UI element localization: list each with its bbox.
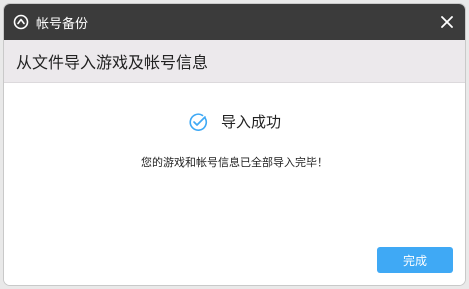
section-title: 从文件导入游戏及帐号信息 [16,53,209,72]
status-text: 导入成功 [220,113,281,131]
close-icon[interactable] [439,14,455,30]
done-button[interactable]: 完成 [377,247,453,273]
status-message: 您的游戏和帐号信息已全部导入完毕！ [141,156,328,169]
status-row: 导入成功 [4,111,465,132]
check-circle-icon [188,112,208,132]
refresh-logo-icon [13,14,29,30]
section-header: 从文件导入游戏及帐号信息 [4,40,465,83]
dialog-content: 导入成功 您的游戏和帐号信息已全部导入完毕！ 完成 [4,83,465,285]
dialog-window: 帐号备份 从文件导入游戏及帐号信息 导入成功 您的游戏和帐号信息已全部导入完毕！… [4,4,465,285]
window-title: 帐号备份 [36,16,89,32]
title-bar[interactable]: 帐号备份 [4,4,465,40]
